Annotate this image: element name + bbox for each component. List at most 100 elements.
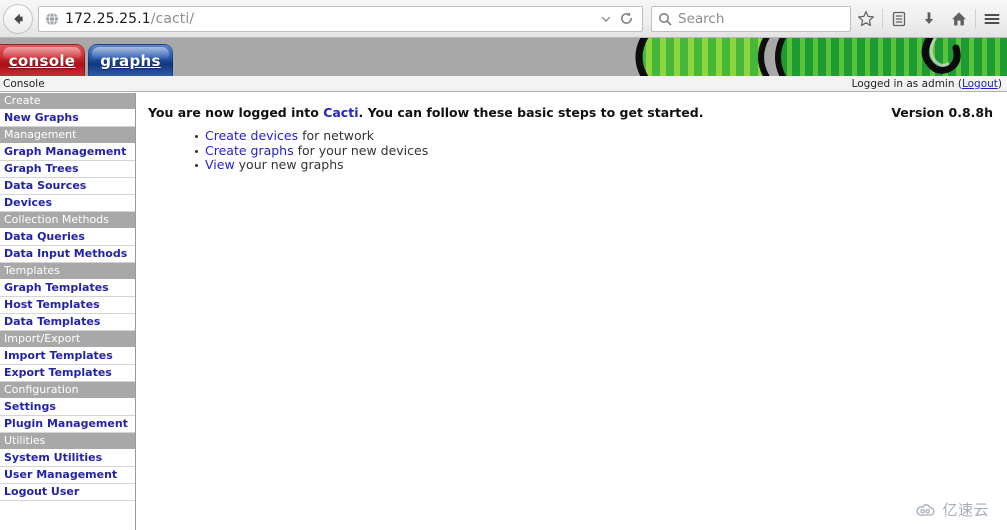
sidebar-item-logout-user[interactable]: Logout User	[0, 484, 135, 501]
getting-started-steps: Create devices for network Create graphs…	[137, 128, 1007, 173]
create-graphs-link[interactable]: Create graphs	[205, 143, 294, 158]
list-item: View your new graphs	[195, 157, 1007, 173]
tab-console-label: console	[8, 51, 76, 70]
cacti-link[interactable]: Cacti	[323, 105, 358, 120]
sidebar-header-label: Import/Export	[4, 332, 81, 345]
sidebar-item-label: Data Sources	[4, 179, 87, 192]
sidebar-item-user-management[interactable]: User Management	[0, 467, 135, 484]
breadcrumb: Console	[3, 77, 45, 90]
step-rest: your new graphs	[234, 157, 344, 172]
search-input[interactable]	[678, 10, 844, 27]
sidebar-item-label: Data Templates	[4, 315, 101, 328]
library-button[interactable]	[884, 4, 914, 34]
url-host: 172.25.25.1	[65, 10, 151, 27]
create-devices-link[interactable]: Create devices	[205, 128, 298, 143]
sidebar-item-label: Export Templates	[4, 366, 112, 379]
sidebar-header-utilities: Utilities	[0, 433, 135, 450]
url-bar[interactable]: 172.25.25.1/cacti/	[38, 5, 643, 32]
sidebar-item-label: Devices	[4, 196, 53, 209]
session-prefix: Logged in as admin (	[851, 77, 962, 90]
sidebar-item-host-templates[interactable]: Host Templates	[0, 297, 135, 314]
sidebar-item-plugin-management[interactable]: Plugin Management	[0, 416, 135, 433]
tab-console[interactable]: console	[0, 44, 85, 76]
sidebar-item-data-queries[interactable]: Data Queries	[0, 229, 135, 246]
view-graphs-link[interactable]: View	[205, 157, 235, 172]
sidebar-header-label: Management	[4, 128, 77, 141]
sidebar-item-label: Graph Trees	[4, 162, 79, 175]
watermark: 亿速云	[916, 499, 989, 520]
sidebar-item-new-graphs[interactable]: New Graphs	[0, 110, 135, 127]
sidebar-header-templates: Templates	[0, 263, 135, 280]
sidebar-item-label: Plugin Management	[4, 417, 128, 430]
session-suffix: )	[997, 77, 1002, 90]
sidebar-item-label: Settings	[4, 400, 56, 413]
sidebar-header-label: Configuration	[4, 383, 79, 396]
sidebar-item-label: Data Input Methods	[4, 247, 128, 260]
sidebar-item-label: Graph Templates	[4, 281, 109, 294]
sidebar-header-configuration: Configuration	[0, 382, 135, 399]
sidebar-item-label: Graph Management	[4, 145, 127, 158]
browser-toolbar: 172.25.25.1/cacti/	[0, 0, 1007, 38]
url-path: /cacti/	[150, 10, 195, 27]
sidebar-item-data-input-methods[interactable]: Data Input Methods	[0, 246, 135, 263]
sidebar-item-import-templates[interactable]: Import Templates	[0, 348, 135, 365]
sidebar-item-data-templates[interactable]: Data Templates	[0, 314, 135, 331]
sidebar-item-label: Data Queries	[4, 230, 85, 243]
sidebar-item-label: Import Templates	[4, 349, 113, 362]
intro-message: You are now logged into Cacti. You can f…	[148, 105, 881, 120]
menu-button[interactable]	[977, 4, 1007, 34]
sidebar-item-label: Logout User	[4, 485, 80, 498]
tab-graphs-label: graphs	[100, 51, 161, 70]
sidebar-nav: Create New Graphs Management Graph Manag…	[0, 93, 136, 530]
toolbar-divider	[882, 8, 883, 29]
star-icon	[858, 10, 874, 26]
sidebar-header-label: Templates	[4, 264, 60, 277]
logout-link[interactable]: Logout	[962, 78, 998, 90]
main-content: You are now logged into Cacti. You can f…	[137, 93, 1007, 530]
intro-pre: You are now logged into	[148, 105, 324, 120]
sidebar-item-label: New Graphs	[4, 111, 79, 124]
session-info: Logged in as admin (Logout)	[852, 78, 1004, 90]
sidebar-header-collection-methods: Collection Methods	[0, 212, 135, 229]
cacti-logo-artwork	[618, 38, 1007, 76]
list-item: Create graphs for your new devices	[195, 142, 1007, 159]
sidebar-item-export-templates[interactable]: Export Templates	[0, 365, 135, 382]
step-rest: for network	[298, 128, 374, 143]
toolbar-divider-2	[975, 8, 976, 29]
sidebar-item-settings[interactable]: Settings	[0, 399, 135, 416]
step-rest: for your new devices	[293, 142, 429, 158]
sidebar-item-label: Host Templates	[4, 298, 100, 311]
download-icon	[924, 11, 934, 24]
cacti-header-banner: console graphs	[0, 38, 1007, 76]
sidebar-item-system-utilities[interactable]: System Utilities	[0, 450, 135, 467]
home-icon	[952, 11, 966, 25]
reload-icon[interactable]	[619, 11, 638, 26]
version-label: Version 0.8.8h	[891, 105, 993, 120]
sidebar-item-graph-templates[interactable]: Graph Templates	[0, 280, 135, 297]
home-button[interactable]	[944, 4, 974, 34]
sidebar-item-data-sources[interactable]: Data Sources	[0, 178, 135, 195]
cloud-icon	[916, 503, 935, 516]
watermark-text: 亿速云	[942, 501, 989, 519]
breadcrumb-bar: Console Logged in as admin (Logout)	[0, 76, 1007, 92]
intro-post: . You can follow these basic steps to ge…	[358, 105, 704, 120]
bookmark-button[interactable]	[851, 4, 881, 34]
chevron-down-icon[interactable]	[596, 13, 619, 25]
back-arrow-icon	[14, 13, 23, 24]
downloads-button[interactable]	[914, 4, 944, 34]
back-button[interactable]	[3, 3, 33, 34]
sidebar-item-devices[interactable]: Devices	[0, 195, 135, 212]
search-box[interactable]	[651, 5, 851, 32]
library-icon	[892, 11, 906, 26]
sidebar-header-management: Management	[0, 127, 135, 144]
url-text[interactable]: 172.25.25.1/cacti/	[65, 11, 596, 27]
sidebar-item-graph-management[interactable]: Graph Management	[0, 144, 135, 161]
tab-graphs[interactable]: graphs	[88, 44, 173, 76]
sidebar-item-graph-trees[interactable]: Graph Trees	[0, 161, 135, 178]
sidebar-item-label: System Utilities	[4, 451, 103, 464]
globe-icon	[45, 12, 59, 26]
sidebar-header-label: Create	[4, 94, 41, 107]
search-icon	[658, 12, 672, 26]
intro-row: You are now logged into Cacti. You can f…	[137, 93, 1007, 120]
sidebar-header-create: Create	[0, 93, 135, 110]
